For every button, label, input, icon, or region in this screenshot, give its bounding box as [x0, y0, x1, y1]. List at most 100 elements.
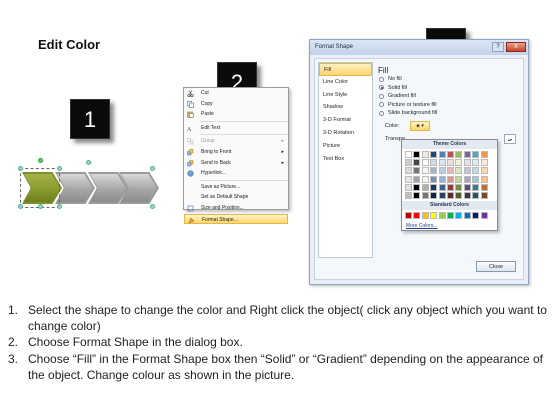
standard-color-swatch[interactable] — [463, 211, 471, 219]
theme-color-swatch[interactable] — [405, 175, 412, 183]
theme-color-swatch[interactable] — [463, 175, 471, 183]
menu-item-bring-to-front[interactable]: Bring to Front ▸ — [184, 147, 288, 158]
theme-color-swatch[interactable] — [455, 191, 463, 199]
menu-item-edit-text[interactable]: A Edit Text — [184, 123, 288, 134]
menu-item-cut[interactable]: Cut — [184, 88, 288, 99]
theme-color-swatch[interactable] — [421, 183, 429, 191]
theme-color-swatch[interactable] — [421, 151, 429, 158]
nav-item-picture[interactable]: Picture — [319, 140, 372, 153]
theme-color-swatch[interactable] — [463, 167, 471, 175]
nav-item-line-color[interactable]: Line Color — [319, 76, 372, 89]
menu-item-set-default-shape[interactable]: Set as Default Shape — [184, 192, 288, 203]
theme-color-swatch[interactable] — [455, 159, 463, 167]
nav-item-text-box[interactable]: Text Box — [319, 153, 372, 166]
theme-color-swatch[interactable] — [430, 159, 438, 167]
nav-item-shadow[interactable]: Shadow — [319, 101, 372, 114]
theme-color-swatch[interactable] — [438, 159, 446, 167]
theme-color-swatch[interactable] — [413, 175, 421, 183]
theme-color-swatch[interactable] — [405, 191, 412, 199]
standard-color-swatch[interactable] — [421, 211, 429, 219]
theme-color-swatch[interactable] — [446, 175, 454, 183]
theme-color-swatch[interactable] — [438, 175, 446, 183]
theme-color-swatch[interactable] — [455, 167, 463, 175]
theme-color-swatch[interactable] — [421, 159, 429, 167]
theme-color-swatch[interactable] — [446, 159, 454, 167]
nav-item-line-style[interactable]: Line Style — [319, 89, 372, 102]
theme-color-swatch[interactable] — [463, 151, 471, 158]
theme-color-swatch[interactable] — [446, 183, 454, 191]
theme-color-swatch[interactable] — [472, 167, 480, 175]
standard-color-swatch[interactable] — [446, 211, 454, 219]
theme-color-swatch[interactable] — [463, 159, 471, 167]
standard-color-swatch[interactable] — [413, 211, 421, 219]
standard-color-swatch[interactable] — [472, 211, 480, 219]
menu-item-group[interactable]: Group ▸ — [184, 136, 288, 147]
theme-color-swatch[interactable] — [421, 191, 429, 199]
theme-color-swatch[interactable] — [455, 151, 463, 158]
theme-color-swatch[interactable] — [430, 167, 438, 175]
menu-item-send-to-back[interactable]: Send to Back ▸ — [184, 158, 288, 169]
theme-color-swatch[interactable] — [472, 183, 480, 191]
resize-handle[interactable] — [18, 166, 23, 171]
resize-handle[interactable] — [57, 204, 62, 209]
menu-item-hyperlink[interactable]: Hyperlink... — [184, 168, 288, 179]
theme-color-swatch[interactable] — [480, 175, 488, 183]
close-button[interactable]: Close — [476, 261, 516, 272]
theme-color-swatch[interactable] — [472, 191, 480, 199]
theme-color-swatch[interactable] — [430, 191, 438, 199]
menu-item-save-as-picture[interactable]: Save as Picture... — [184, 182, 288, 193]
theme-color-swatch[interactable] — [472, 159, 480, 167]
radio-slide-background-fill[interactable]: Slide background fill — [378, 109, 520, 118]
theme-color-swatch[interactable] — [405, 167, 412, 175]
theme-color-swatch[interactable] — [438, 183, 446, 191]
standard-color-swatch[interactable] — [430, 211, 438, 219]
menu-item-size-and-position[interactable]: Size and Position... — [184, 203, 288, 214]
theme-color-swatch[interactable] — [446, 151, 454, 158]
theme-color-swatch[interactable] — [472, 175, 480, 183]
resize-handle[interactable] — [150, 166, 155, 171]
theme-color-swatch[interactable] — [480, 191, 488, 199]
theme-color-swatch[interactable] — [438, 151, 446, 158]
theme-color-swatch[interactable] — [455, 175, 463, 183]
resize-handle[interactable] — [86, 160, 91, 165]
standard-color-swatch[interactable] — [480, 211, 488, 219]
theme-color-swatch[interactable] — [413, 167, 421, 175]
theme-color-swatch[interactable] — [405, 159, 412, 167]
theme-color-swatch[interactable] — [480, 159, 488, 167]
radio-no-fill[interactable]: No fill — [378, 75, 520, 84]
close-x-button[interactable]: X — [506, 42, 526, 52]
resize-handle[interactable] — [18, 204, 23, 209]
theme-color-swatch[interactable] — [430, 175, 438, 183]
color-picker-button[interactable]: ◈ ▾ — [410, 120, 430, 131]
theme-color-swatch[interactable] — [421, 175, 429, 183]
theme-color-swatch[interactable] — [438, 191, 446, 199]
radio-solid-fill[interactable]: Solid fill — [378, 84, 520, 93]
standard-color-swatch[interactable] — [405, 211, 412, 219]
theme-color-swatch[interactable] — [472, 151, 480, 158]
theme-color-swatch[interactable] — [463, 183, 471, 191]
menu-item-format-shape[interactable]: Format Shape... — [184, 213, 288, 225]
theme-color-swatch[interactable] — [455, 183, 463, 191]
theme-color-swatch[interactable] — [480, 151, 488, 158]
rotation-handle[interactable] — [38, 158, 43, 163]
menu-item-paste[interactable]: Paste — [184, 109, 288, 120]
nav-item-3d-format[interactable]: 3-D Format — [319, 114, 372, 127]
resize-handle[interactable] — [38, 204, 43, 209]
nav-item-3d-rotation[interactable]: 3-D Rotation — [319, 127, 372, 140]
theme-color-swatch[interactable] — [421, 167, 429, 175]
transparency-spinner[interactable]: ▴▾ — [504, 133, 516, 144]
theme-color-swatch[interactable] — [413, 183, 421, 191]
theme-color-swatch[interactable] — [463, 191, 471, 199]
theme-color-swatch[interactable] — [446, 167, 454, 175]
theme-color-swatch[interactable] — [413, 151, 421, 158]
theme-color-swatch[interactable] — [480, 167, 488, 175]
resize-handle[interactable] — [150, 204, 155, 209]
help-button[interactable]: ? — [492, 42, 504, 52]
theme-color-swatch[interactable] — [413, 159, 421, 167]
theme-color-swatch[interactable] — [405, 183, 412, 191]
more-colors-link[interactable]: More Colors... — [402, 222, 497, 231]
radio-picture-texture-fill[interactable]: Picture or texture fill — [378, 101, 520, 110]
theme-color-swatch[interactable] — [438, 167, 446, 175]
nav-item-fill[interactable]: Fill — [319, 63, 372, 76]
theme-color-swatch[interactable] — [413, 191, 421, 199]
